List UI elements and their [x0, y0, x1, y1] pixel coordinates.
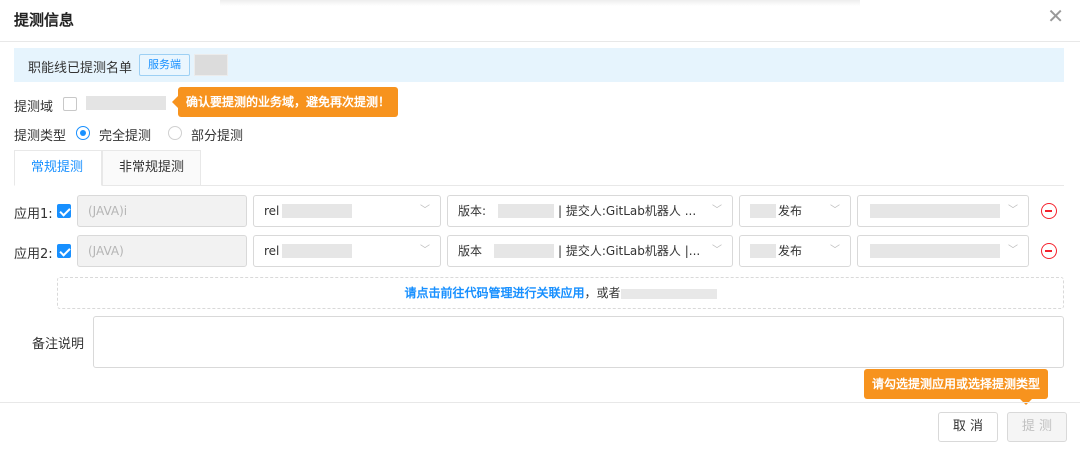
- app1-extra-redacted: [870, 204, 1000, 218]
- chevron-down-icon: ﹀: [830, 205, 840, 216]
- footer-divider: [0, 402, 1080, 403]
- app1-action-select[interactable]: 发布 ﹀: [739, 195, 851, 227]
- chevron-down-icon: ﹀: [420, 245, 430, 256]
- app2-action-select[interactable]: 发布 ﹀: [739, 235, 851, 267]
- app2-branch-select[interactable]: rel ﹀: [253, 235, 441, 267]
- app1-label: 应用1:: [14, 207, 53, 222]
- app2-checkbox[interactable]: [57, 244, 71, 258]
- app1-version: 版本:: [458, 204, 487, 218]
- chevron-down-icon: ﹀: [712, 205, 722, 216]
- domain-tooltip-text: 确认要提测的业务域，避免再次提测！: [186, 95, 391, 109]
- app1-branch-select[interactable]: rel ﹀: [253, 195, 441, 227]
- app1-version-redacted: [498, 204, 554, 218]
- app1-committer: | 提交人:GitLab机器人 ...: [558, 204, 697, 218]
- app2-remove-icon[interactable]: [1041, 243, 1057, 259]
- app1-version-select[interactable]: 版本: | 提交人:GitLab机器人 ... ﹀: [447, 195, 733, 227]
- app2-branch-redacted: [282, 244, 352, 258]
- app2-extra-select[interactable]: ﹀: [857, 235, 1029, 267]
- domain-label: 提测域: [14, 100, 54, 115]
- header-shadow: [220, 0, 860, 6]
- dialog-title: 提测信息: [14, 11, 75, 29]
- radio-full-test-label[interactable]: 完全提测: [99, 125, 151, 144]
- app2-action: 发布: [778, 244, 803, 258]
- tag-server[interactable]: 服务端: [139, 54, 190, 76]
- app2-branch: rel: [264, 244, 280, 258]
- app1-extra-select[interactable]: ﹀: [857, 195, 1029, 227]
- code-management-link[interactable]: 请点击前往代码管理进行关联应用: [404, 286, 584, 300]
- radio-partial-test-label[interactable]: 部分提测: [191, 125, 243, 144]
- app2-version-select[interactable]: 版本 | 提交人:GitLab机器人 |... ﹀: [447, 235, 733, 267]
- test-type-label: 提测类型: [14, 129, 67, 144]
- cancel-button[interactable]: 取 消: [938, 412, 998, 442]
- link-apps-box: 请点击前往代码管理进行关联应用，或者: [57, 277, 1064, 309]
- banner-label: 职能线已提测名单: [28, 61, 133, 76]
- remark-label: 备注说明: [32, 337, 85, 352]
- tooltip-arrow: [172, 96, 178, 108]
- radio-partial-test[interactable]: [168, 126, 182, 140]
- test-tabs: 常规提测 非常规提测: [14, 150, 1064, 186]
- app1-action-redacted: [750, 204, 776, 218]
- app1-action: 发布: [778, 204, 803, 218]
- app1-branch-redacted: [282, 204, 352, 218]
- chevron-down-icon: ﹀: [1008, 245, 1018, 256]
- app1-remove-icon[interactable]: [1041, 203, 1057, 219]
- chevron-down-icon: ﹀: [830, 245, 840, 256]
- app1-name-field: (JAVA)i: [77, 195, 247, 227]
- domain-name-redacted: [86, 96, 166, 110]
- tag-redacted[interactable]: [194, 54, 228, 76]
- app1-name: (JAVA)i: [88, 204, 128, 218]
- tested-list-banner: 职能线已提测名单 服务端: [14, 48, 1064, 82]
- chevron-down-icon: ﹀: [420, 205, 430, 216]
- app2-action-redacted: [750, 244, 776, 258]
- domain-checkbox[interactable]: [63, 97, 77, 111]
- link-redacted[interactable]: [620, 288, 717, 299]
- dialog-header: 提测信息 ✕: [0, 0, 1080, 42]
- radio-full-test[interactable]: [76, 126, 90, 140]
- domain-tooltip: 确认要提测的业务域，避免再次提测！: [172, 87, 399, 117]
- app2-name: (JAVA): [88, 244, 124, 258]
- chevron-down-icon: ﹀: [1008, 205, 1018, 216]
- app1-branch: rel: [264, 204, 280, 218]
- submit-button[interactable]: 提 测: [1007, 412, 1067, 442]
- remark-textarea[interactable]: [93, 316, 1064, 368]
- app2-extra-redacted: [870, 244, 1000, 258]
- submit-tooltip-text: 请勾选提测应用或选择提测类型: [872, 377, 1041, 391]
- submit-tooltip: 请勾选提测应用或选择提测类型: [864, 369, 1049, 405]
- app2-name-field: (JAVA): [77, 235, 247, 267]
- link-suffix: ，或者: [584, 286, 621, 300]
- app2-committer: | 提交人:GitLab机器人 |...: [558, 244, 701, 258]
- tab-regular-test[interactable]: 常规提测: [14, 150, 102, 186]
- chevron-down-icon: ﹀: [712, 245, 722, 256]
- app2-version-redacted: [494, 244, 554, 258]
- app2-label: 应用2:: [14, 247, 53, 262]
- close-icon[interactable]: ✕: [1047, 6, 1064, 26]
- tab-irregular-test[interactable]: 非常规提测: [102, 150, 201, 186]
- app2-version: 版本: [458, 244, 483, 258]
- app1-checkbox[interactable]: [57, 204, 71, 218]
